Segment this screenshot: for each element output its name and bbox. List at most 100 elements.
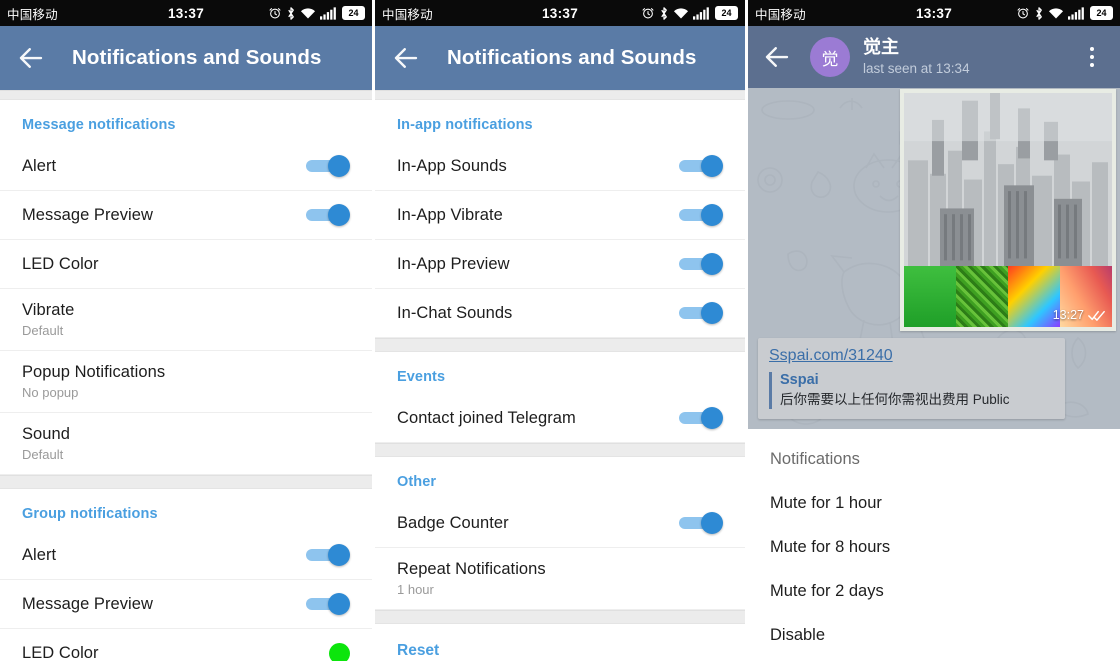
link-preview-bubble[interactable]: Sspai.com/31240 Sspai 后你需要以上任何你需视出费用 Pub… <box>758 338 1065 420</box>
list-item[interactable]: Sound Default <box>0 413 372 475</box>
list-item[interactable]: Popup Notifications No popup <box>0 351 372 413</box>
section-gap <box>375 338 745 352</box>
row-title: Alert <box>22 156 57 175</box>
dialog-item-mute-2-days[interactable]: Mute for 2 days <box>770 557 1120 601</box>
row-title: Message Preview <box>22 205 153 224</box>
status-bar: 中国移动 13:37 24 <box>0 0 372 26</box>
row-title: Repeat Notifications <box>397 560 546 578</box>
section-header: Group notifications <box>22 506 158 522</box>
message-time: 13:27 <box>1052 308 1084 322</box>
link-accent-bar <box>769 372 772 410</box>
section-gap <box>0 90 372 100</box>
section-gap <box>375 90 745 100</box>
wifi-icon <box>300 7 316 18</box>
list-item[interactable]: LED Color <box>0 240 372 289</box>
bluetooth-icon <box>661 6 667 20</box>
list-item[interactable]: In-Chat Sounds <box>375 289 745 338</box>
message-meta: 13:27 <box>1053 308 1105 322</box>
panel-chat-notifications-dialog: 中国移动 13:37 24 觉 觉主 last seen at 13:34 13… <box>748 0 1120 661</box>
toggle-in-chat-sounds[interactable] <box>679 302 723 324</box>
reset-button[interactable]: Reset <box>375 624 745 660</box>
list-item[interactable]: Contact joined Telegram <box>375 394 745 443</box>
section-header: Events <box>397 369 446 385</box>
row-title: In-App Sounds <box>397 156 507 175</box>
link-url[interactable]: Sspai.com/31240 <box>769 347 1055 365</box>
list-item[interactable]: Message Preview <box>0 580 372 629</box>
dialog-item-disable[interactable]: Disable <box>770 601 1120 645</box>
photo-message-bubble[interactable]: 13:27 <box>900 89 1116 331</box>
section-message-notifications: Message notifications Alert Message Prev… <box>0 100 372 475</box>
toggle-badge-counter[interactable] <box>679 512 723 534</box>
page-title: Notifications and Sounds <box>72 46 322 69</box>
wifi-icon <box>673 7 689 18</box>
avatar[interactable]: 觉 <box>810 37 850 77</box>
toggle-group-message-preview[interactable] <box>306 593 350 615</box>
toggle-group-alert[interactable] <box>306 544 350 566</box>
app-bar: Notifications and Sounds <box>375 26 745 90</box>
bluetooth-icon <box>1036 6 1042 20</box>
section-group-notifications: Group notifications Alert Message Previe… <box>0 489 372 661</box>
signal-icon <box>693 6 709 20</box>
row-title: Sound <box>22 425 70 443</box>
status-icons: 24 <box>641 6 738 21</box>
list-item[interactable]: Alert <box>0 531 372 580</box>
section-gap <box>0 475 372 489</box>
toggle-message-preview[interactable] <box>306 204 350 226</box>
list-item[interactable]: LED Color <box>0 629 372 661</box>
list-item[interactable]: In-App Sounds <box>375 142 745 191</box>
contact-name: 觉主 <box>863 37 899 58</box>
led-color-swatch[interactable] <box>329 642 350 661</box>
battery-icon: 24 <box>342 6 365 20</box>
dialog-title: Notifications <box>770 450 860 468</box>
list-item[interactable]: Repeat Notifications 1 hour <box>375 548 745 610</box>
row-title: LED Color <box>22 643 99 661</box>
list-item[interactable]: In-App Vibrate <box>375 191 745 240</box>
row-title: Popup Notifications <box>22 363 166 381</box>
page-title: Notifications and Sounds <box>447 46 697 69</box>
status-bar: 中国移动 13:37 24 <box>375 0 745 26</box>
section-gap <box>375 610 745 624</box>
row-title: Contact joined Telegram <box>397 408 576 427</box>
toggle-in-app-preview[interactable] <box>679 253 723 275</box>
toggle-alert[interactable] <box>306 155 350 177</box>
toggle-in-app-sounds[interactable] <box>679 155 723 177</box>
list-item[interactable]: Badge Counter <box>375 499 745 548</box>
list-item[interactable]: Alert <box>0 142 372 191</box>
row-title: In-App Preview <box>397 254 510 273</box>
status-icons: 24 <box>1016 6 1113 21</box>
panel-notifications-settings-2: 中国移动 13:37 24 Notifications and Sounds I… <box>375 0 745 661</box>
row-subtitle: No popup <box>22 385 79 400</box>
section-header: Other <box>397 474 437 490</box>
toggle-in-app-vibrate[interactable] <box>679 204 723 226</box>
link-preview-body: Sspai 后你需要以上任何你需视出费用 Public <box>769 372 1055 410</box>
status-icons: 24 <box>268 6 365 21</box>
link-description: 后你需要以上任何你需视出费用 Public <box>780 392 1010 407</box>
list-item[interactable]: Vibrate Default <box>0 289 372 351</box>
battery-icon: 24 <box>1090 6 1113 20</box>
alarm-icon <box>269 8 281 19</box>
section-events: Events Contact joined Telegram <box>375 352 745 443</box>
status-bar: 中国移动 13:37 24 <box>748 0 1120 26</box>
app-bar: Notifications and Sounds <box>0 26 372 90</box>
chat-message-area: 13:27 Sspai.com/31240 Sspai 后你需要以上任何你需视出… <box>748 88 1120 429</box>
list-item[interactable]: In-App Preview <box>375 240 745 289</box>
overflow-menu-icon[interactable] <box>1080 42 1104 72</box>
back-arrow-icon[interactable] <box>391 43 421 73</box>
list-item[interactable]: Message Preview <box>0 191 372 240</box>
row-subtitle: 1 hour <box>397 582 434 597</box>
back-arrow-icon[interactable] <box>762 42 792 72</box>
chat-app-bar: 觉 觉主 last seen at 13:34 <box>748 26 1120 88</box>
section-in-app-notifications: In-app notifications In-App Sounds In-Ap… <box>375 100 745 338</box>
double-check-icon <box>1088 310 1105 321</box>
dialog-item-mute-8-hours[interactable]: Mute for 8 hours <box>770 513 1120 557</box>
row-title: In-Chat Sounds <box>397 303 513 322</box>
dialog-item-mute-1-hour[interactable]: Mute for 1 hour <box>770 469 1120 513</box>
section-gap <box>375 443 745 457</box>
toggle-contact-joined[interactable] <box>679 407 723 429</box>
back-arrow-icon[interactable] <box>16 43 46 73</box>
wifi-icon <box>1048 7 1064 18</box>
photo-thumbnail: 13:27 <box>904 93 1112 327</box>
row-title: Badge Counter <box>397 513 509 532</box>
alarm-icon <box>642 8 654 19</box>
battery-icon: 24 <box>715 6 738 20</box>
